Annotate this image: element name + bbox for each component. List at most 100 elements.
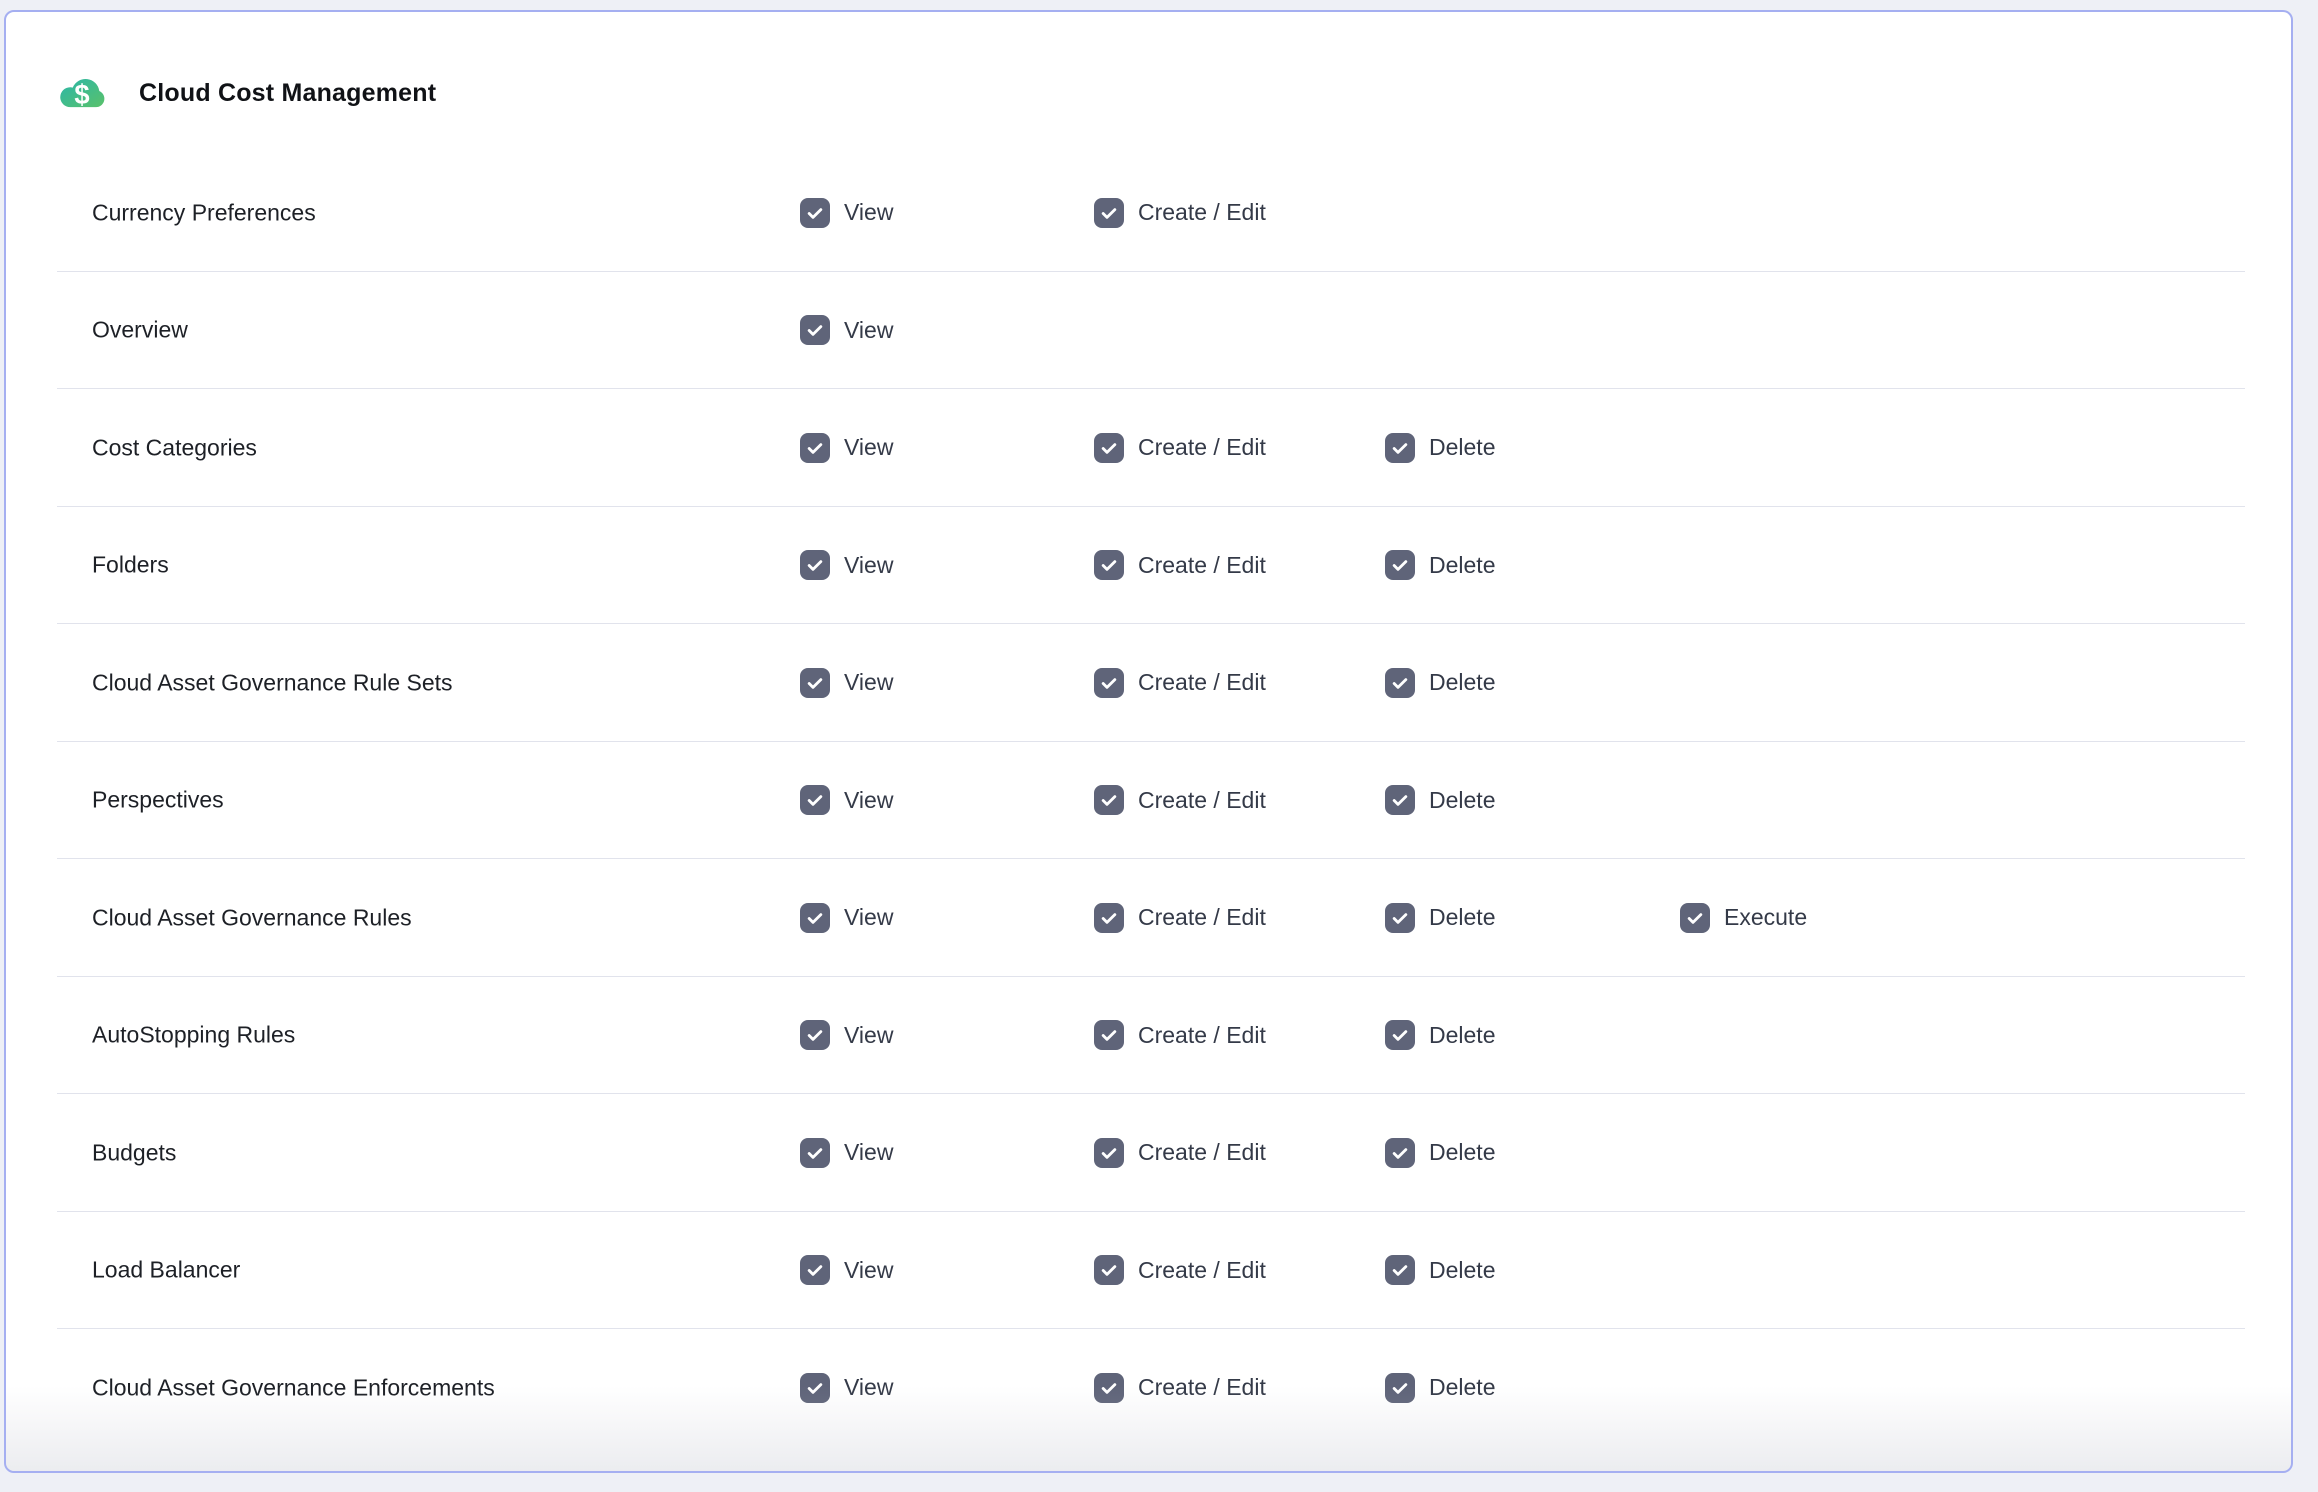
checkbox-checked-icon[interactable] — [1385, 550, 1415, 580]
permission-checkbox-view[interactable]: View — [800, 198, 893, 228]
permission-label: Create / Edit — [1138, 199, 1266, 226]
permission-label: Delete — [1429, 904, 1495, 931]
checkbox-checked-icon[interactable] — [1094, 1138, 1124, 1168]
permission-checkbox-delete[interactable]: Delete — [1385, 903, 1495, 933]
permission-label: Create / Edit — [1138, 904, 1266, 931]
permission-checkbox-view[interactable]: View — [800, 550, 893, 580]
permission-label: View — [844, 1022, 893, 1049]
permission-checkbox-view[interactable]: View — [800, 1373, 893, 1403]
permission-row: AutoStopping Rules View Create / Edit De… — [6, 977, 2291, 1095]
checkbox-checked-icon[interactable] — [1680, 903, 1710, 933]
permission-checkbox-view[interactable]: View — [800, 903, 893, 933]
permission-label: Create / Edit — [1138, 552, 1266, 579]
resource-label: Budgets — [92, 1139, 176, 1166]
permission-label: View — [844, 1257, 893, 1284]
checkbox-checked-icon[interactable] — [1094, 903, 1124, 933]
checkbox-checked-icon[interactable] — [800, 1255, 830, 1285]
permission-row: Currency Preferences View Create / Edit — [6, 154, 2291, 272]
checkbox-checked-icon[interactable] — [800, 198, 830, 228]
permission-row: Cloud Asset Governance Rules View Create… — [6, 859, 2291, 977]
permission-checkbox-create_edit[interactable]: Create / Edit — [1094, 433, 1266, 463]
permission-checkbox-view[interactable]: View — [800, 785, 893, 815]
permission-label: Delete — [1429, 787, 1495, 814]
resource-label: Folders — [92, 552, 169, 579]
permission-label: View — [844, 199, 893, 226]
permission-checkbox-delete[interactable]: Delete — [1385, 1138, 1495, 1168]
permission-label: View — [844, 552, 893, 579]
page-title: Cloud Cost Management — [139, 79, 436, 108]
permission-checkbox-create_edit[interactable]: Create / Edit — [1094, 198, 1266, 228]
checkbox-checked-icon[interactable] — [800, 668, 830, 698]
resource-label: AutoStopping Rules — [92, 1022, 295, 1049]
checkbox-checked-icon[interactable] — [800, 903, 830, 933]
permission-checkbox-view[interactable]: View — [800, 1255, 893, 1285]
checkbox-checked-icon[interactable] — [1385, 668, 1415, 698]
permission-label: View — [844, 1374, 893, 1401]
permission-checkbox-delete[interactable]: Delete — [1385, 550, 1495, 580]
permission-label: Create / Edit — [1138, 669, 1266, 696]
checkbox-checked-icon[interactable] — [1094, 198, 1124, 228]
checkbox-checked-icon[interactable] — [1094, 785, 1124, 815]
permission-checkbox-delete[interactable]: Delete — [1385, 433, 1495, 463]
checkbox-checked-icon[interactable] — [800, 1138, 830, 1168]
permission-row: Cloud Asset Governance Enforcements View… — [6, 1329, 2291, 1447]
permission-checkbox-create_edit[interactable]: Create / Edit — [1094, 1373, 1266, 1403]
checkbox-checked-icon[interactable] — [1094, 1020, 1124, 1050]
checkbox-checked-icon[interactable] — [1385, 1255, 1415, 1285]
permission-checkbox-create_edit[interactable]: Create / Edit — [1094, 668, 1266, 698]
permission-row: Cost Categories View Create / Edit Delet… — [6, 389, 2291, 507]
permission-checkbox-create_edit[interactable]: Create / Edit — [1094, 1255, 1266, 1285]
checkbox-checked-icon[interactable] — [1094, 1255, 1124, 1285]
checkbox-checked-icon[interactable] — [1385, 785, 1415, 815]
permission-label: View — [844, 1139, 893, 1166]
permission-checkbox-view[interactable]: View — [800, 1020, 893, 1050]
permissions-card: $ Cloud Cost Management Currency Prefere… — [4, 10, 2293, 1473]
checkbox-checked-icon[interactable] — [1385, 1373, 1415, 1403]
permission-label: Execute — [1724, 904, 1807, 931]
checkbox-checked-icon[interactable] — [1385, 903, 1415, 933]
checkbox-checked-icon[interactable] — [800, 550, 830, 580]
permission-checkbox-create_edit[interactable]: Create / Edit — [1094, 903, 1266, 933]
checkbox-checked-icon[interactable] — [800, 1020, 830, 1050]
permission-label: Create / Edit — [1138, 1374, 1266, 1401]
checkbox-checked-icon[interactable] — [800, 1373, 830, 1403]
resource-label: Currency Preferences — [92, 199, 316, 226]
checkbox-checked-icon[interactable] — [1094, 1373, 1124, 1403]
card-header: $ Cloud Cost Management — [58, 72, 436, 114]
permission-rows: Currency Preferences View Create / Edit … — [6, 154, 2291, 1447]
permission-label: Delete — [1429, 1257, 1495, 1284]
checkbox-checked-icon[interactable] — [1385, 1020, 1415, 1050]
permission-checkbox-view[interactable]: View — [800, 433, 893, 463]
permission-checkbox-create_edit[interactable]: Create / Edit — [1094, 550, 1266, 580]
checkbox-checked-icon[interactable] — [1385, 433, 1415, 463]
checkbox-checked-icon[interactable] — [800, 315, 830, 345]
permission-checkbox-view[interactable]: View — [800, 315, 893, 345]
permission-checkbox-create_edit[interactable]: Create / Edit — [1094, 1138, 1266, 1168]
checkbox-checked-icon[interactable] — [1385, 1138, 1415, 1168]
checkbox-checked-icon[interactable] — [1094, 550, 1124, 580]
checkbox-checked-icon[interactable] — [1094, 668, 1124, 698]
permission-checkbox-delete[interactable]: Delete — [1385, 785, 1495, 815]
permission-row: Cloud Asset Governance Rule Sets View Cr… — [6, 624, 2291, 742]
permission-row: Budgets View Create / Edit Delete — [6, 1094, 2291, 1212]
permission-checkbox-delete[interactable]: Delete — [1385, 1373, 1495, 1403]
checkbox-checked-icon[interactable] — [800, 433, 830, 463]
checkbox-checked-icon[interactable] — [1094, 433, 1124, 463]
resource-label: Cloud Asset Governance Enforcements — [92, 1374, 495, 1401]
permission-row: Perspectives View Create / Edit Delete — [6, 742, 2291, 860]
permission-checkbox-execute[interactable]: Execute — [1680, 903, 1807, 933]
permission-checkbox-delete[interactable]: Delete — [1385, 1255, 1495, 1285]
permission-checkbox-view[interactable]: View — [800, 668, 893, 698]
permission-checkbox-create_edit[interactable]: Create / Edit — [1094, 785, 1266, 815]
permission-checkbox-view[interactable]: View — [800, 1138, 893, 1168]
permission-label: View — [844, 669, 893, 696]
permission-checkbox-delete[interactable]: Delete — [1385, 668, 1495, 698]
permission-label: Delete — [1429, 1374, 1495, 1401]
resource-label: Cloud Asset Governance Rule Sets — [92, 669, 453, 696]
permission-checkbox-delete[interactable]: Delete — [1385, 1020, 1495, 1050]
permission-label: View — [844, 787, 893, 814]
checkbox-checked-icon[interactable] — [800, 785, 830, 815]
permission-row: Load Balancer View Create / Edit Delete — [6, 1212, 2291, 1330]
permission-checkbox-create_edit[interactable]: Create / Edit — [1094, 1020, 1266, 1050]
resource-label: Load Balancer — [92, 1257, 240, 1284]
